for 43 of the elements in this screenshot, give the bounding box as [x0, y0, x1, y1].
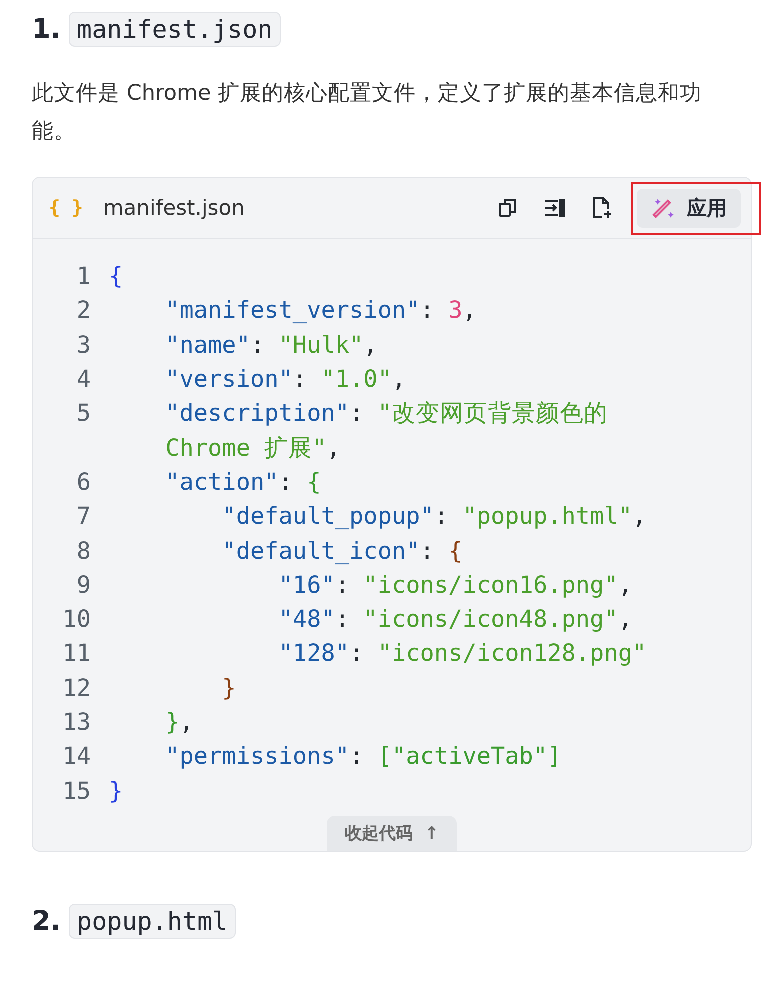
code-line: "default_icon": { — [221, 536, 463, 565]
line-number: 3 — [76, 330, 91, 359]
file-name: manifest.json — [103, 196, 245, 220]
paragraph: 此文件是 Chrome 扩展的核心配置文件，定义了扩展的基本信息和功能。 — [32, 80, 703, 146]
code-line: "name": "Hulk", — [164, 330, 378, 359]
line-number: 13 — [62, 708, 91, 736]
line-number: 6 — [76, 468, 91, 496]
code-line: }, — [164, 708, 194, 736]
code-line: "48": "icons/icon48.png", — [278, 605, 632, 634]
line-number: 4 — [76, 365, 91, 394]
inline-code: popup.html — [69, 904, 236, 939]
code-line: } — [221, 674, 236, 702]
code-line: "manifest_version": 3, — [164, 296, 477, 324]
collapse-code-button[interactable]: 收起代码 ↑ — [326, 816, 458, 851]
code-line: { — [109, 262, 124, 290]
line-number: 2 — [76, 296, 91, 324]
inline-code: manifest.json — [69, 12, 281, 47]
code-line: "version": "1.0", — [164, 365, 406, 394]
new-file-icon[interactable] — [591, 196, 613, 220]
code-line: "128": "icons/icon128.png" — [278, 639, 647, 668]
line-number: 7 — [76, 502, 91, 530]
code-line: "16": "icons/icon16.png", — [278, 570, 632, 599]
line-number: 10 — [62, 605, 91, 634]
line-number: 8 — [76, 536, 91, 565]
heading-number: 1. — [32, 14, 62, 45]
line-number: 1 — [76, 262, 91, 290]
wrap-lines-icon[interactable] — [543, 197, 567, 219]
line-number: 15 — [62, 776, 91, 805]
code-line: Chrome 扩展", — [164, 432, 341, 464]
copy-icon[interactable] — [497, 197, 519, 219]
code-line: "action": { — [164, 468, 322, 496]
line-number: 5 — [76, 399, 91, 428]
apply-button[interactable]: 应用 — [637, 188, 741, 228]
line-number: 11 — [62, 639, 91, 668]
line-number: 12 — [62, 674, 91, 702]
code-line: "permissions": ["activeTab"] — [164, 742, 562, 770]
line-number: 14 — [62, 742, 91, 770]
code-line: } — [109, 776, 124, 805]
line-number: 9 — [76, 570, 91, 599]
code-line: "default_popup": "popup.html", — [221, 502, 647, 530]
code-line: "description": "改变网页背景颜色的 — [164, 398, 608, 430]
json-file-icon: { } — [49, 197, 84, 219]
heading-number: 2. — [32, 906, 62, 937]
